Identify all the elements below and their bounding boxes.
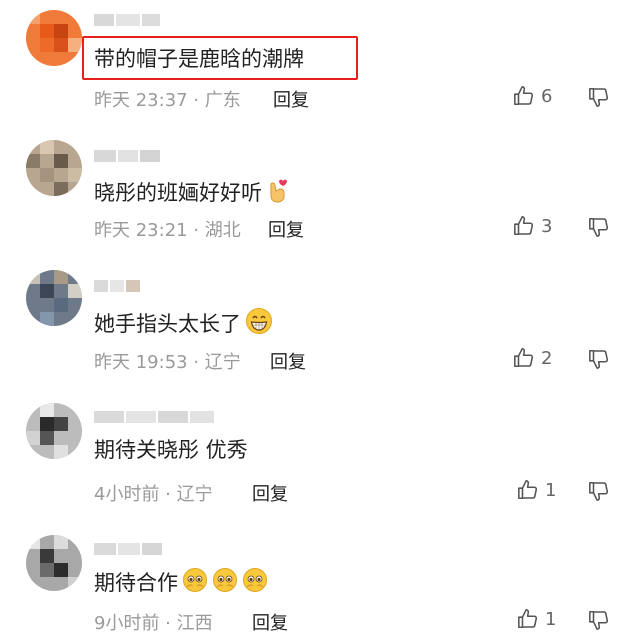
dislike-button[interactable] <box>588 216 610 242</box>
timestamp: 4小时前 <box>94 484 160 505</box>
pleading-emoji <box>182 567 208 601</box>
comment-item: 期待关晓彤 优秀 4小时前 · 辽宁 回复 1 <box>0 395 640 515</box>
thumbs-up-icon <box>514 348 534 368</box>
like-button[interactable]: 2 <box>513 347 552 369</box>
thumbs-down-icon <box>589 217 609 237</box>
like-count: 3 <box>541 215 553 237</box>
avatar[interactable] <box>26 535 82 591</box>
comment-item: 期待合作 9小时前 · 江西 回复 1 <box>0 527 640 634</box>
reply-button[interactable]: 回复 <box>252 480 288 506</box>
thumbs-down-icon <box>589 481 609 501</box>
pleading-emoji <box>242 567 268 601</box>
like-button[interactable]: 6 <box>513 85 552 107</box>
comment-item: 她手指头太长了 昨天 19:53 · 辽宁 回复 2 <box>0 262 640 382</box>
avatar[interactable] <box>26 140 82 196</box>
like-count: 2 <box>541 347 553 369</box>
comment-item: 晓彤的班婳好好听 昨天 23:21 · 湖北 回复 3 <box>0 130 640 250</box>
avatar[interactable] <box>26 403 82 459</box>
thumbs-up-icon <box>514 86 534 106</box>
like-button[interactable]: 1 <box>517 608 556 630</box>
username-blurred[interactable] <box>94 14 160 26</box>
comment-meta: 昨天 19:53 · 辽宁 <box>94 352 241 373</box>
like-count: 1 <box>545 479 557 501</box>
grinning-emoji <box>245 307 273 343</box>
reply-button[interactable]: 回复 <box>252 609 288 635</box>
pleading-emoji <box>212 567 238 601</box>
avatar[interactable] <box>26 270 82 326</box>
dislike-button[interactable] <box>588 609 610 635</box>
comment-text: 晓彤的班婳好好听 <box>94 177 288 211</box>
like-button[interactable]: 3 <box>513 215 552 237</box>
dislike-button[interactable] <box>588 480 610 506</box>
username-blurred[interactable] <box>94 280 140 292</box>
reply-button[interactable]: 回复 <box>268 216 304 242</box>
reply-button[interactable]: 回复 <box>270 348 306 374</box>
thumbs-down-icon <box>589 610 609 630</box>
location: 广东 <box>204 90 241 111</box>
location: 江西 <box>176 613 213 634</box>
username-blurred[interactable] <box>94 543 162 555</box>
thumbs-up-icon <box>518 480 538 500</box>
comment-meta: 昨天 23:21 · 湖北 <box>94 220 241 241</box>
like-count: 1 <box>545 608 557 630</box>
location: 湖北 <box>204 220 241 241</box>
comment-meta: 4小时前 · 辽宁 <box>94 484 213 505</box>
timestamp: 昨天 19:53 <box>94 352 188 373</box>
thumbs-up-icon <box>518 609 538 629</box>
timestamp: 9小时前 <box>94 613 160 634</box>
thumbs-down-icon <box>589 349 609 369</box>
thumbs-down-icon <box>589 87 609 107</box>
reply-button[interactable]: 回复 <box>273 86 309 112</box>
timestamp: 昨天 23:37 <box>94 90 188 111</box>
comment-meta: 昨天 23:37 · 广东 <box>94 90 241 111</box>
dislike-button[interactable] <box>588 348 610 374</box>
thumbs-up-icon <box>514 216 534 236</box>
location: 辽宁 <box>176 484 213 505</box>
comment-meta: 9小时前 · 江西 <box>94 613 213 634</box>
highlight-box <box>82 36 358 80</box>
comment-text: 她手指头太长了 <box>94 307 273 343</box>
like-count: 6 <box>541 85 553 107</box>
like-button[interactable]: 1 <box>517 479 556 501</box>
avatar[interactable] <box>26 10 82 66</box>
username-blurred[interactable] <box>94 411 214 423</box>
username-blurred[interactable] <box>94 150 160 162</box>
finger-heart-emoji <box>266 177 288 211</box>
location: 辽宁 <box>204 352 241 373</box>
comment-text: 期待合作 <box>94 567 268 601</box>
dislike-button[interactable] <box>588 86 610 112</box>
comment-text: 期待关晓彤 优秀 <box>94 438 248 462</box>
timestamp: 昨天 23:21 <box>94 220 188 241</box>
